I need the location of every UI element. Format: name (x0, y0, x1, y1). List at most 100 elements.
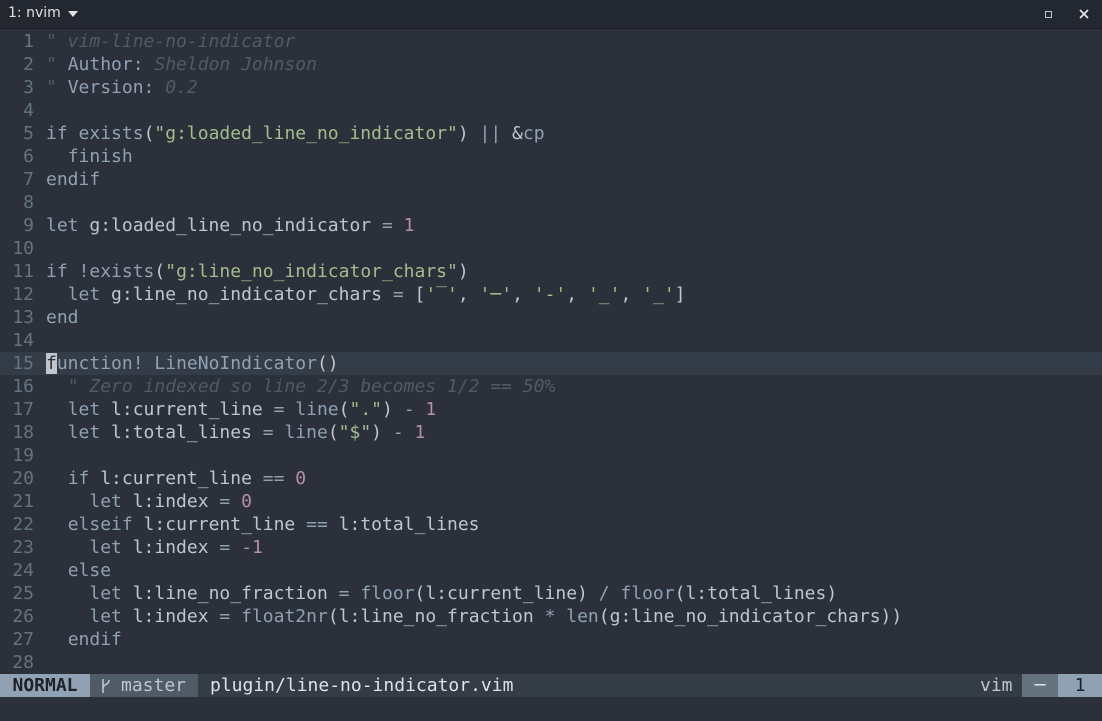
close-button[interactable] (1074, 4, 1094, 24)
line-number: 1 (1058, 674, 1102, 697)
line-number-gutter: 24 (12, 560, 34, 581)
code-token: '_' (587, 284, 621, 305)
code-line[interactable]: 19 (0, 444, 1102, 467)
code-line[interactable]: 10 (0, 237, 1102, 260)
line-number-gutter: 15 (12, 353, 34, 374)
code-line[interactable]: 1 " vim-line-no-indicator (0, 30, 1102, 53)
code-line[interactable]: 20 if l:current_line == 0 (0, 467, 1102, 490)
code-token: = (273, 399, 285, 420)
code-token: ( (143, 123, 155, 144)
code-token: cp (522, 123, 545, 144)
code-line[interactable]: 8 (0, 191, 1102, 214)
code-line[interactable]: 5 if exists("g:loaded_line_no_indicator")… (0, 122, 1102, 145)
code-token: ! (78, 261, 90, 282)
chevron-down-icon[interactable] (67, 11, 78, 17)
code-token: unction (56, 353, 133, 374)
code-line[interactable]: 28 (0, 651, 1102, 674)
code-token: 0 (241, 491, 252, 512)
code-line[interactable]: 23 let l:index = -1 (0, 536, 1102, 559)
code-token: if (67, 468, 90, 489)
code-token: = (219, 491, 231, 512)
code-line[interactable]: 25 let l:line_no_fraction = floor(l:curr… (0, 582, 1102, 605)
code-token: line (295, 399, 339, 420)
line-number-gutter: 3 (23, 77, 34, 98)
terminal-tab-title[interactable]: 1: nvim (8, 5, 78, 21)
code-token: -1 (241, 537, 263, 558)
line-number-gutter: 26 (12, 606, 34, 627)
code-token: 1 (403, 215, 415, 236)
line-number-gutter: 2 (23, 54, 34, 75)
line-number-gutter: 10 (12, 238, 34, 259)
code-line[interactable]: 14 (0, 329, 1102, 352)
code-token: "g:loaded_line_no_indicator" (154, 123, 458, 144)
code-token: 1 (425, 399, 437, 420)
line-number-gutter: 19 (12, 445, 34, 466)
code-line[interactable]: 3 " Version: 0.2 (0, 76, 1102, 99)
code-line[interactable]: 21 let l:index = 0 (0, 490, 1102, 513)
code-line[interactable]: 2 " Author: Sheldon Johnson (0, 53, 1102, 76)
code-line[interactable]: 24 else (0, 559, 1102, 582)
code-line[interactable]: 16 " Zero indexed so line 2/3 becomes 1/… (0, 375, 1102, 398)
code-token: floor (620, 583, 675, 604)
code-token: ) (382, 399, 404, 420)
code-token: let (67, 399, 101, 420)
code-token: exists (78, 123, 144, 144)
code-token: 0 (295, 468, 307, 489)
code-token: ( (154, 261, 166, 282)
code-text: else (46, 559, 111, 582)
code-token: , (620, 284, 643, 305)
status-line: NORMAL master plugin/line-no-indicator.v… (0, 674, 1102, 697)
maximize-button[interactable] (1038, 4, 1058, 24)
command-line[interactable] (0, 697, 1102, 721)
code-token: if (46, 123, 68, 144)
code-line[interactable]: 12 let g:line_no_indicator_chars = ['‾',… (0, 283, 1102, 306)
line-number-gutter: 20 (12, 468, 34, 489)
code-token: let (89, 537, 122, 558)
code-token: l:total_lines (327, 514, 480, 535)
code-token: g:loaded_line_no_indicator (78, 215, 382, 236)
code-token: else (67, 560, 112, 581)
code-line[interactable]: 7 endif (0, 168, 1102, 191)
code-line[interactable]: 17 let l:current_line = line(".") - 1 (0, 398, 1102, 421)
code-token: Author: (67, 54, 144, 75)
code-token: l:total_lines (100, 422, 263, 443)
code-token: l:index (121, 537, 220, 558)
code-line[interactable]: 6 finish (0, 145, 1102, 168)
code-token: ( (327, 422, 339, 443)
code-line[interactable]: 13 end (0, 306, 1102, 329)
line-number-gutter: 5 (23, 123, 34, 144)
code-line[interactable]: 18 let l:total_lines = line("$") - 1 (0, 421, 1102, 444)
code-line[interactable]: 22 elseif l:current_line == l:total_line… (0, 513, 1102, 536)
maximize-icon (1044, 10, 1052, 18)
editor-buffer[interactable]: 1 " vim-line-no-indicator 2 " Author: Sheld… (0, 30, 1102, 674)
code-line[interactable]: 27 endif (0, 628, 1102, 651)
code-token: & (501, 123, 523, 144)
code-line[interactable]: 26 let l:index = float2nr(l:line_no_frac… (0, 605, 1102, 628)
code-token: '─' (479, 284, 513, 305)
line-number-gutter: 8 (23, 192, 34, 213)
code-token: (l:current_line) (414, 583, 599, 604)
code-line[interactable]: 15 function! LineNoIndicator() (0, 352, 1102, 375)
file-type: vim (980, 675, 1013, 696)
code-text: elseif l:current_line == l:total_lines (46, 513, 480, 536)
code-line[interactable]: 11 if !exists("g:line_no_indicator_chars"… (0, 260, 1102, 283)
code-token: endif (67, 629, 122, 650)
code-token: '‾' (425, 284, 458, 305)
code-text: let l:line_no_fraction = floor(l:current… (46, 582, 837, 605)
line-number-gutter: 4 (23, 100, 34, 121)
code-line[interactable]: 4 (0, 99, 1102, 122)
code-line[interactable]: 9 let g:loaded_line_no_indicator = 1 (0, 214, 1102, 237)
code-token: = (219, 537, 231, 558)
code-token: l:line_no_fraction (121, 583, 339, 604)
